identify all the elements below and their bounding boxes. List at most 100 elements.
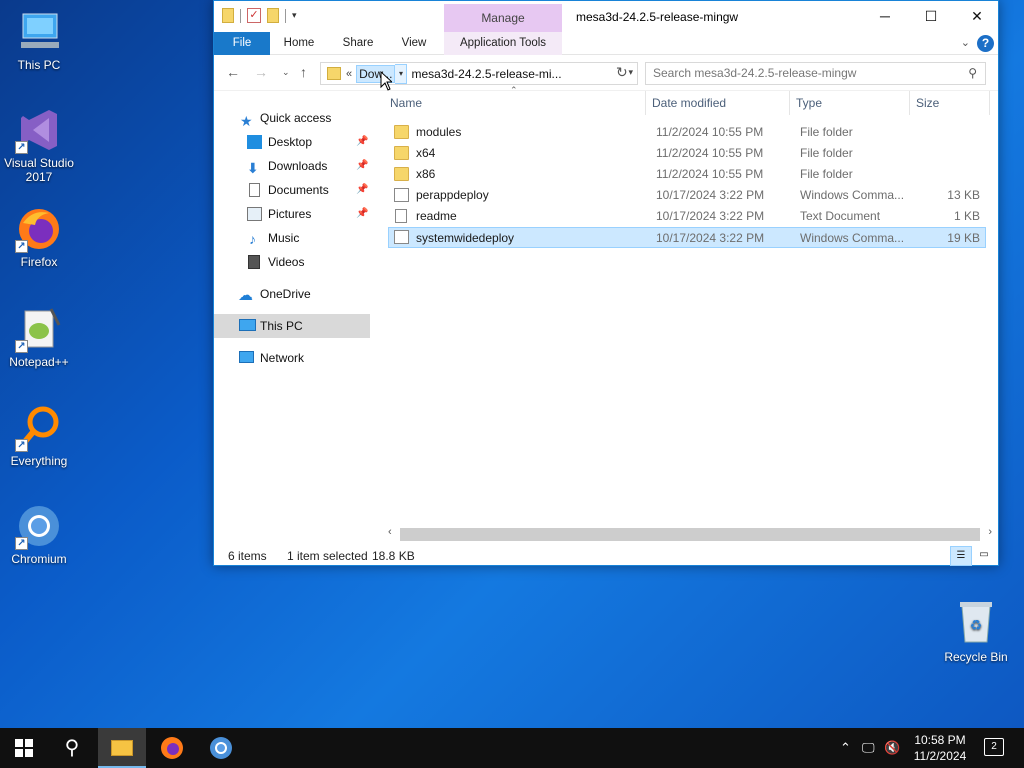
- tab-application-tools[interactable]: Application Tools: [444, 32, 562, 55]
- pin-icon[interactable]: 📌: [356, 178, 368, 202]
- address-bar[interactable]: « Dow... ▾ mesa3d-24.2.5-release-mi... ▾: [320, 62, 638, 85]
- nav-music[interactable]: ♪ Music: [214, 226, 370, 250]
- shortcut-arrow-icon: ↗: [15, 141, 28, 154]
- collapse-ribbon-icon[interactable]: ⌄: [961, 36, 970, 49]
- recent-locations-icon[interactable]: ⌄: [282, 67, 290, 78]
- nav-downloads[interactable]: ⬇ Downloads 📌: [214, 154, 370, 178]
- file-row-readme[interactable]: readme 10/17/2024 3:22 PM Text Document …: [388, 206, 986, 227]
- scroll-left-icon[interactable]: ‹: [388, 526, 392, 538]
- breadcrumb-chevron-icon[interactable]: ▾: [395, 63, 408, 84]
- start-button[interactable]: [0, 728, 48, 768]
- pin-icon[interactable]: 📌: [356, 202, 368, 226]
- large-icons-view-icon[interactable]: ▭: [974, 546, 994, 566]
- forward-button[interactable]: →: [254, 64, 268, 80]
- desktop-icon-recycle-bin[interactable]: ♻ Recycle Bin: [940, 600, 1012, 664]
- svg-text:♻: ♻: [970, 617, 983, 633]
- nav-onedrive[interactable]: ☁ OneDrive: [214, 282, 370, 306]
- desktop-icon-this-pc[interactable]: This PC: [1, 8, 77, 72]
- tab-view[interactable]: View: [394, 32, 434, 55]
- tab-manage[interactable]: Manage: [444, 4, 562, 32]
- search-icon: ⚲: [968, 66, 977, 80]
- file-row-x64[interactable]: x64 11/2/2024 10:55 PM File folder: [388, 143, 986, 164]
- tab-file[interactable]: File: [214, 32, 270, 55]
- desktop-icon-firefox[interactable]: ↗ Firefox: [1, 205, 77, 269]
- file-row-perappdeploy[interactable]: perappdeploy 10/17/2024 3:22 PM Windows …: [388, 185, 986, 206]
- cloud-icon: ☁: [238, 287, 253, 304]
- desktop-icon-notepadpp[interactable]: ↗ Notepad++: [1, 305, 77, 369]
- column-header-name[interactable]: Name: [384, 91, 646, 115]
- clock-time: 10:58 PM: [914, 733, 966, 747]
- scroll-right-icon[interactable]: ›: [988, 526, 992, 538]
- quick-access-toolbar: ✓ ▾: [222, 8, 297, 23]
- desktop-icon-visual-studio[interactable]: ↗ Visual Studio 2017: [1, 106, 77, 184]
- refresh-icon[interactable]: ↻: [616, 64, 628, 81]
- help-icon[interactable]: ?: [977, 35, 994, 52]
- nav-documents[interactable]: Documents 📌: [214, 178, 370, 202]
- everything-search-icon: ↗: [15, 404, 63, 452]
- status-item-count: 6 items: [228, 549, 267, 563]
- taskbar-chromium[interactable]: [197, 728, 245, 768]
- firefox-icon: ↗: [15, 205, 63, 253]
- nav-quick-access[interactable]: ★ Quick access: [214, 106, 370, 130]
- file-explorer-window: ✓ ▾ Manage mesa3d-24.2.5-release-mingw ─…: [213, 0, 999, 566]
- search-input[interactable]: Search mesa3d-24.2.5-release-mingw ⚲: [645, 62, 986, 85]
- volume-muted-icon[interactable]: 🔇: [884, 728, 900, 768]
- desktop-icon-label: Everything: [10, 454, 68, 468]
- tab-home[interactable]: Home: [276, 32, 322, 55]
- desktop-icon-label: Notepad++: [9, 355, 69, 369]
- file-row-modules[interactable]: modules 11/2/2024 10:55 PM File folder: [388, 122, 986, 143]
- scrollbar-thumb[interactable]: [400, 528, 980, 541]
- nav-desktop[interactable]: Desktop 📌: [214, 130, 370, 154]
- tab-share[interactable]: Share: [336, 32, 380, 55]
- text-file-icon: [395, 209, 407, 223]
- taskbar-firefox[interactable]: [148, 728, 196, 768]
- breadcrumb-overflow[interactable]: «: [346, 68, 352, 80]
- desktop-icon-chromium[interactable]: ↗ Chromium: [1, 502, 77, 566]
- network-tray-icon[interactable]: 🖵: [862, 728, 875, 768]
- desktop-icon-label: Visual Studio 2017: [4, 156, 74, 184]
- desktop-icon-everything[interactable]: ↗ Everything: [1, 404, 77, 468]
- nav-network[interactable]: Network: [214, 346, 370, 370]
- download-arrow-icon: ⬇: [247, 160, 259, 176]
- pin-icon[interactable]: 📌: [356, 130, 368, 154]
- chromium-icon: ↗: [15, 502, 63, 550]
- taskbar-file-explorer[interactable]: [98, 728, 146, 768]
- pin-icon[interactable]: 📌: [356, 154, 368, 178]
- navigation-pane: ★ Quick access Desktop 📌 ⬇ Downloads 📌 D…: [214, 105, 374, 525]
- computer-icon: [239, 319, 256, 331]
- horizontal-scrollbar[interactable]: ‹ ›: [384, 526, 996, 543]
- file-row-systemwidedeploy[interactable]: systemwidedeploy 10/17/2024 3:22 PM Wind…: [388, 227, 986, 248]
- nav-videos[interactable]: Videos: [214, 250, 370, 274]
- maximize-button[interactable]: ☐: [908, 1, 954, 31]
- address-dropdown-icon[interactable]: ▾: [628, 67, 633, 78]
- file-row-x86[interactable]: x86 11/2/2024 10:55 PM File folder: [388, 164, 986, 185]
- minimize-button[interactable]: ─: [862, 1, 908, 31]
- close-button[interactable]: ✕: [954, 1, 1000, 31]
- recycle-bin-icon: ♻: [956, 600, 996, 644]
- up-button[interactable]: ↑: [300, 64, 307, 80]
- folder-icon: [111, 740, 133, 756]
- recycle-bin-label: Recycle Bin: [944, 650, 1008, 664]
- breadcrumb-current[interactable]: mesa3d-24.2.5-release-mi...: [411, 67, 561, 81]
- details-view-icon[interactable]: ☰: [950, 546, 972, 566]
- back-button[interactable]: ←: [226, 64, 240, 80]
- system-clock[interactable]: 10:58 PM 11/2/2024: [904, 732, 976, 764]
- desktop-icon-label: Chromium: [11, 552, 67, 566]
- customize-toolbar-icon[interactable]: ▾: [292, 10, 297, 21]
- properties-icon[interactable]: ✓: [247, 8, 261, 23]
- column-header-size[interactable]: Size: [910, 91, 990, 115]
- folder-icon: [394, 167, 409, 181]
- column-header-date[interactable]: Date modified: [646, 91, 790, 115]
- nav-this-pc[interactable]: This PC: [214, 314, 370, 338]
- search-taskbar-button[interactable]: ⚲: [48, 728, 96, 768]
- status-bar: 6 items 1 item selected 18.8 KB ☰ ▭: [214, 546, 998, 566]
- nav-pictures[interactable]: Pictures 📌: [214, 202, 370, 226]
- column-header-type[interactable]: Type: [790, 91, 910, 115]
- desktop-icon-label: This PC: [17, 58, 61, 72]
- shortcut-arrow-icon: ↗: [15, 439, 28, 452]
- action-center-button[interactable]: 2: [984, 738, 1004, 756]
- show-hidden-icons-chevron-icon[interactable]: ⌃: [840, 728, 851, 768]
- shortcut-arrow-icon: ↗: [15, 340, 28, 353]
- star-icon: ★: [240, 113, 253, 129]
- new-folder-icon[interactable]: [267, 8, 279, 23]
